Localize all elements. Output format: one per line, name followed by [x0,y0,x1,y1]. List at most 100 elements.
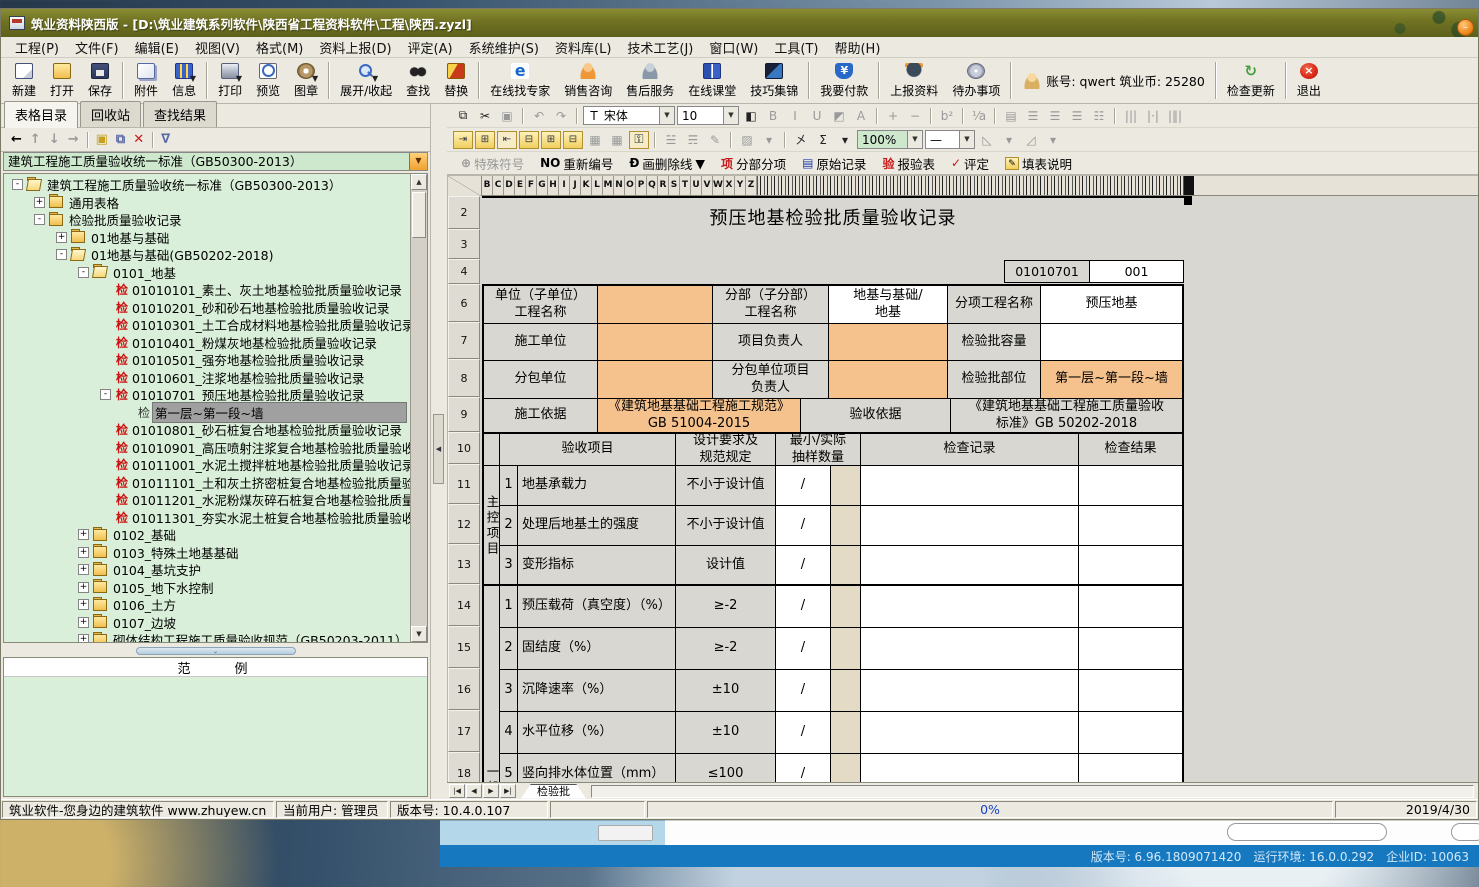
column-header-I[interactable]: I [559,176,570,195]
upload-data-button[interactable]: 上报资料 [883,58,945,103]
row-header-15[interactable]: 15 [448,626,480,668]
header-cell[interactable]: 检查结果 [1079,434,1182,466]
check-result-cell[interactable] [1079,628,1182,670]
row-height-icon[interactable]: ☱ [661,131,681,149]
menu-item-1[interactable]: 工程(P) [7,36,67,59]
scroll-down-icon[interactable]: ▼ [411,626,427,642]
document-code-cell[interactable]: 01010701 [1004,260,1090,283]
column-header-R[interactable]: R [658,176,669,195]
sample-strip-cell[interactable] [831,712,861,754]
sample-quantity-cell[interactable]: / [776,546,831,586]
item-name-cell[interactable]: 处理后地基土的强度 [518,506,676,546]
delete-node-icon[interactable]: ✕ [133,132,144,147]
copy-node-icon[interactable]: ⧉ [116,132,125,147]
column-header-U[interactable]: U [691,176,702,195]
column-header-C[interactable]: C [493,176,504,195]
item-name-cell[interactable]: 竖向排水体位置（mm） [518,754,676,782]
tree-item[interactable]: +0107_边坡 [4,614,427,632]
item-number-cell[interactable]: 3 [500,546,518,586]
tree-item[interactable]: -建筑工程施工质量验收统一标准（GB50300-2013） [4,176,427,194]
diagonal-border-icon[interactable]: ◺ [977,131,997,149]
header-cell[interactable]: 设计要求及 规范规定 [676,434,776,466]
align-right-icon[interactable]: ☰ [1067,107,1087,125]
todo-button[interactable]: 待办事项 [945,58,1007,103]
underline-icon[interactable]: U [807,107,827,125]
inspection-form-button[interactable]: 验报验表 [876,152,941,175]
menu-item-10[interactable]: 技术工艺(J) [619,36,701,59]
row-header-2[interactable]: 2 [448,196,480,229]
menu-item-6[interactable]: 资料上报(D) [311,36,399,59]
row-header-16[interactable]: 16 [448,668,480,710]
insert-col-icon[interactable]: ⊟ [519,131,539,149]
row-header-11[interactable]: 11 [448,464,480,504]
last-sheet-button[interactable]: ▶| [500,784,516,798]
column-header-E[interactable]: E [515,176,526,195]
row-header-8[interactable]: 8 [448,359,480,397]
sample-strip-cell[interactable] [831,670,861,712]
info-cell[interactable]: 施工依据 [484,399,598,432]
original-record-button[interactable]: ▤原始记录 [796,152,872,175]
tree-item[interactable]: 检01011001_水泥土搅拌桩地基检验批质量验收记录 [4,456,427,474]
panel-splitter[interactable]: ⌄ [1,645,430,657]
column-header-Y[interactable]: Y [735,176,746,195]
input-cell[interactable] [598,286,713,324]
menu-item-11[interactable]: 窗口(W) [701,36,766,59]
row-header-14[interactable]: 14 [448,584,480,626]
dropdown-arrow-icon[interactable]: ▼ [190,74,196,83]
menu-item-3[interactable]: 编辑(E) [127,36,187,59]
menu-item-2[interactable]: 文件(F) [67,36,127,59]
sample-quantity-cell[interactable]: / [776,670,831,712]
down-arrow-icon[interactable]: ↓ [49,132,60,147]
info-cell[interactable]: 项目负责人 [713,324,829,361]
tree-item[interactable]: 检第一层~第一段~墙 [4,404,427,422]
check-result-cell[interactable] [1079,754,1182,782]
tree-item[interactable]: +01地基与基础 [4,229,427,247]
check-result-cell[interactable] [1079,506,1182,546]
insert-row-below-icon[interactable]: ⊞ [475,131,495,149]
tree-item[interactable]: -01地基与基础(GB50202-2018) [4,246,427,264]
sample-quantity-cell[interactable]: / [776,628,831,670]
tree-item[interactable]: 检01010901_高压喷射注浆复合地基检验批质量验收记录 [4,439,427,457]
attachment-button[interactable]: 附件 [127,58,165,103]
cut-icon[interactable]: ✂ [475,107,495,125]
expand-icon[interactable]: + [78,634,89,643]
menu-item-8[interactable]: 系统维护(S) [461,36,547,59]
row-header-7[interactable]: 7 [448,322,480,359]
font-select[interactable]: Ｔ 宋体▼ [583,106,675,125]
superscript-icon[interactable]: b² [937,107,957,125]
info-button[interactable]: ▼信息 [165,58,203,103]
column-header-P[interactable]: P [636,176,647,195]
fill-pattern-arrow-icon[interactable]: ▾ [759,131,779,149]
column-header-L[interactable]: L [592,176,603,195]
tree-item[interactable]: -检验批质量验收记录 [4,211,427,229]
minimize-button[interactable]: – [1457,19,1474,36]
document-title[interactable]: 预压地基检验批质量验收记录 [482,204,1184,230]
tree-item[interactable]: 检01010501_强夯地基检验批质量验收记录 [4,351,427,369]
delete-col-icon[interactable]: ⊞ [541,131,561,149]
requirement-cell[interactable]: 不小于设计值 [676,506,776,546]
tree-item[interactable]: 检01011101_土和灰土挤密桩复合地基检验批质量验收记录 [4,474,427,492]
tree-item[interactable]: 检01010601_注浆地基检验批质量验收记录 [4,369,427,387]
eraser-icon[interactable]: ✎ [705,131,725,149]
sheet-corner-cell[interactable] [448,176,482,196]
document-serial-cell[interactable]: 001 [1089,260,1184,283]
row-header-4[interactable]: 4 [448,259,480,284]
online-class-button[interactable]: 在线课堂 [681,58,743,103]
check-record-cell[interactable] [861,506,1079,546]
tree-item[interactable]: +0106_土方 [4,596,427,614]
vertical-center-icon[interactable]: |·| [1143,107,1163,125]
pay-button[interactable]: ¥我要付款 [813,58,875,103]
sample-quantity-cell[interactable]: / [776,506,831,546]
requirement-cell[interactable]: ±10 [676,670,776,712]
format-painter-icon[interactable]: ◧ [741,107,761,125]
delete-row-icon[interactable]: ⇤ [497,131,517,149]
sample-strip-cell[interactable] [831,506,861,546]
vertical-text-icon[interactable]: ||| [1121,107,1141,125]
tree-item[interactable]: +砌体结构工程施工质量验收规范（GB50203-2011） [4,631,427,643]
back-arrow-icon[interactable]: ← [11,132,22,147]
menu-item-9[interactable]: 资料库(L) [547,36,619,59]
requirement-cell[interactable]: 不小于设计值 [676,466,776,506]
column-header-N[interactable]: N [614,176,625,195]
undo-icon[interactable]: ↶ [529,107,549,125]
menu-item-12[interactable]: 工具(T) [766,36,826,59]
